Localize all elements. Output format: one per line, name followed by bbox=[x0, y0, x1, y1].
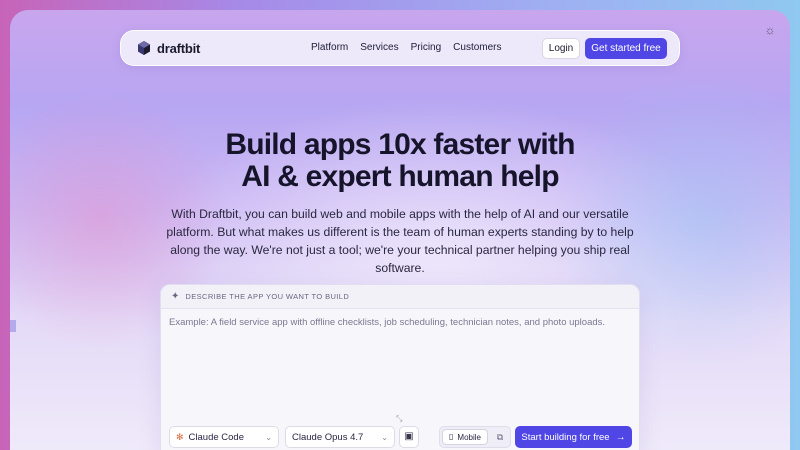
login-button[interactable]: Login bbox=[542, 38, 580, 59]
logo[interactable]: draftbit bbox=[137, 40, 200, 56]
cube-icon bbox=[138, 41, 150, 55]
start-building-label: Start building for free bbox=[521, 431, 610, 443]
hero-description: With Draftbit, you can build web and mob… bbox=[166, 207, 634, 275]
devices-icon[interactable]: ⧉ bbox=[492, 430, 508, 444]
prompt-label: DESCRIBE THE APP YOU WANT TO BUILD bbox=[185, 292, 350, 301]
hero-title-line1: Build apps 10x faster with bbox=[225, 128, 575, 161]
resize-handle[interactable]: ⤡ bbox=[396, 415, 404, 423]
text-caret bbox=[10, 320, 16, 332]
nav-link-customers[interactable]: Customers bbox=[453, 42, 501, 53]
nav-link-platform[interactable]: Platform bbox=[311, 42, 348, 53]
prompt-card-header: ✦ DESCRIBE THE APP YOU WANT TO BUILD bbox=[161, 285, 639, 309]
navbar: draftbit Platform Services Pricing Custo… bbox=[120, 30, 680, 66]
chevron-down-icon: ⌄ bbox=[265, 432, 272, 442]
arrow-right-icon: → bbox=[615, 431, 626, 443]
nav-link-services[interactable]: Services bbox=[360, 42, 398, 53]
device-mobile-label: Mobile bbox=[457, 432, 481, 442]
device-mobile-button[interactable]: ▯ Mobile bbox=[442, 429, 488, 445]
model-select-value: Claude Opus 4.7 bbox=[292, 431, 364, 443]
prompt-card: ✦ DESCRIBE THE APP YOU WANT TO BUILD ✻ C… bbox=[160, 284, 640, 450]
hero-title: Build apps 10x faster with AI & expert h… bbox=[0, 129, 800, 193]
agent-select-value: Claude Code bbox=[188, 431, 245, 443]
sparkle-icon: ✦ bbox=[171, 290, 180, 302]
nav-links: Platform Services Pricing Customers bbox=[311, 42, 502, 53]
sun-icon[interactable]: ☼ bbox=[764, 24, 776, 36]
agent-select[interactable]: ✻ Claude Code ⌄ bbox=[169, 426, 279, 448]
image-upload-button[interactable]: ▣ bbox=[399, 426, 419, 448]
claude-icon: ✻ bbox=[176, 431, 184, 442]
chevron-down-icon: ⌄ bbox=[381, 432, 388, 442]
nav-link-pricing[interactable]: Pricing bbox=[411, 42, 442, 53]
image-icon: ▣ bbox=[404, 431, 414, 442]
get-started-button[interactable]: Get started free bbox=[585, 38, 667, 59]
phone-icon: ▯ bbox=[449, 432, 454, 441]
logo-text: draftbit bbox=[157, 40, 201, 56]
model-select[interactable]: Claude Opus 4.7 ⌄ bbox=[285, 426, 395, 448]
app-description-input[interactable] bbox=[169, 317, 631, 407]
prompt-toolbar: ✻ Claude Code ⌄ Claude Opus 4.7 ⌄ ▣ ▯ Mo… bbox=[161, 426, 639, 450]
start-building-button[interactable]: Start building for free → bbox=[515, 426, 632, 448]
device-toggle: ▯ Mobile ⧉ bbox=[439, 426, 511, 448]
hero-title-line2: AI & expert human help bbox=[241, 160, 559, 193]
